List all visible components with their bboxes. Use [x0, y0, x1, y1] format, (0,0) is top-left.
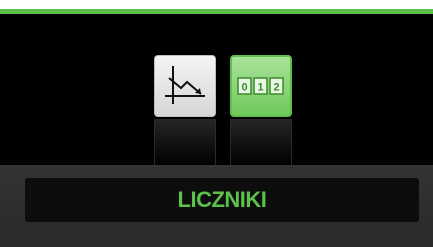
mode-icon-row: 0 1 2 [0, 55, 433, 165]
top-accent-bar [0, 0, 433, 14]
chart-tile-reflection [154, 119, 216, 165]
counter-digit: 2 [273, 82, 279, 94]
counter-mode-button[interactable]: 0 1 2 [230, 55, 292, 117]
chart-trend-icon [165, 66, 205, 104]
chart-mode-button[interactable] [154, 55, 216, 117]
mode-label-bar: LICZNIKI [25, 178, 419, 222]
counter-digit: 1 [257, 82, 263, 94]
accent-stripe [0, 9, 433, 14]
mode-label: LICZNIKI [177, 187, 267, 212]
counter-tile-reflection [230, 119, 292, 165]
counter-icon: 0 1 2 [237, 77, 284, 95]
screen: 0 1 2 LICZNIKI [0, 0, 433, 247]
counter-digit: 0 [241, 82, 247, 94]
